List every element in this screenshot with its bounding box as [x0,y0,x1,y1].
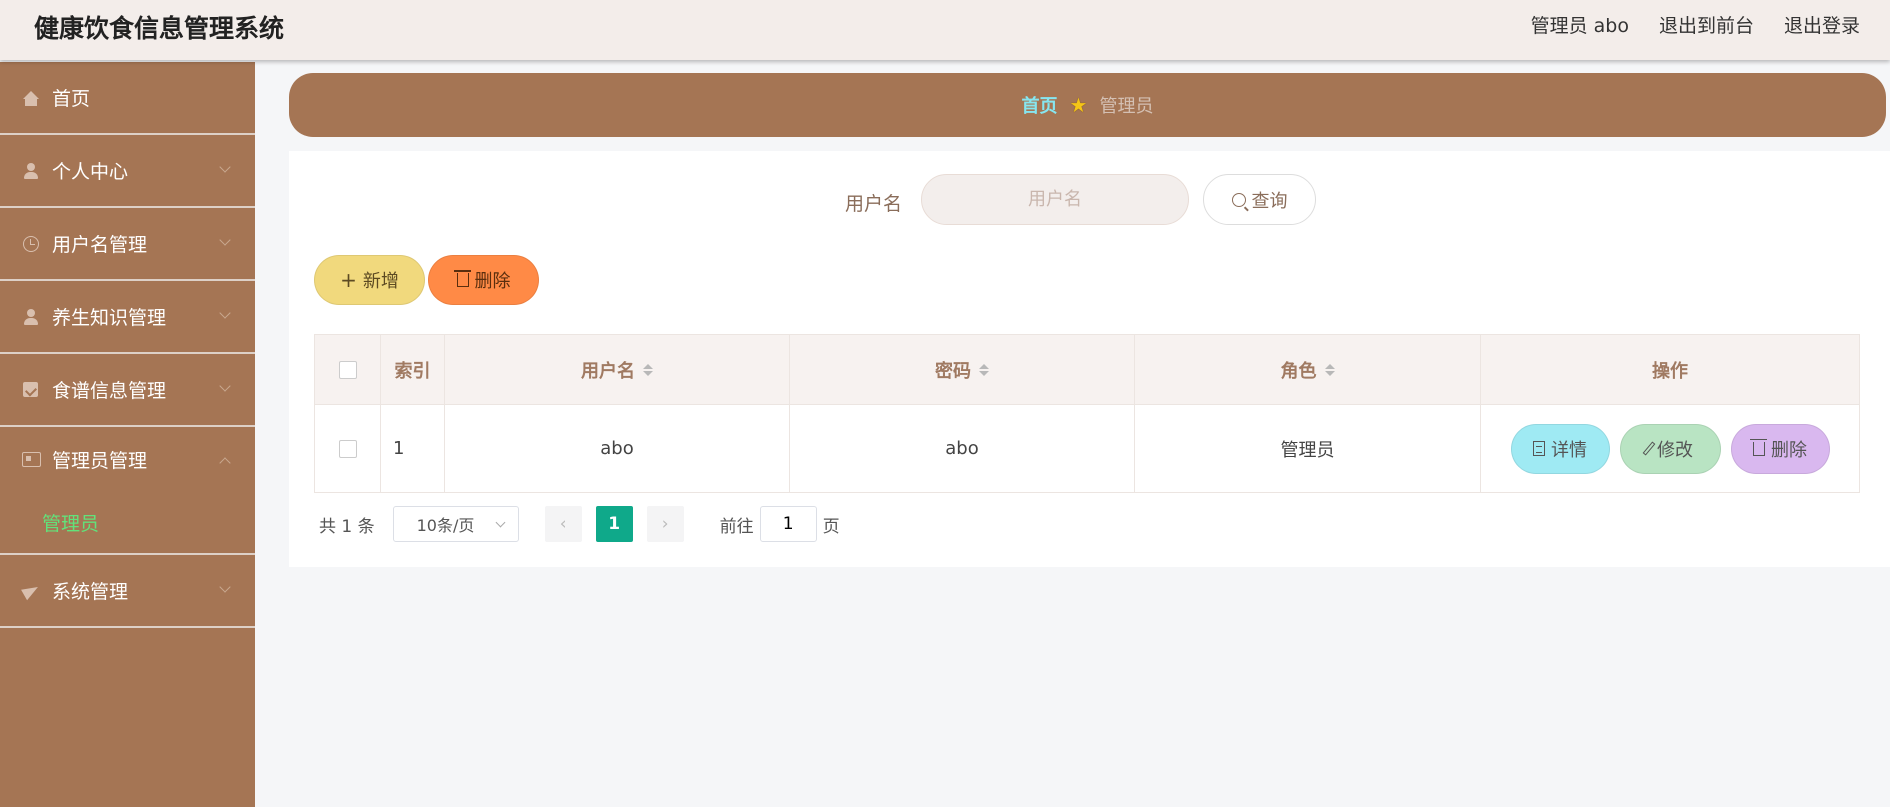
plus-icon: + [340,268,357,292]
page-jump-input[interactable] [759,506,817,542]
sidebar-item-label: 食谱信息管理 [52,380,167,402]
search-button-label: 查询 [1251,190,1288,212]
row-checkbox[interactable] [338,439,357,458]
chevron-right-icon: › [661,514,669,534]
trash-icon [1750,438,1767,456]
chevron-down-icon [219,380,231,392]
star-icon: ★ [1069,93,1088,117]
exit-to-front-link[interactable]: 退出到前台 [1659,11,1754,38]
column-header-label: 角色 [1280,360,1317,382]
table-row: 1 abo abo 管理员 详情 修改 删除 [314,405,1860,493]
sort-icon[interactable] [979,363,989,376]
trash-icon [453,270,471,287]
edit-button[interactable]: 修改 [1619,423,1721,474]
admin-table: 索引 用户名 密码 角色 操作 1 abo abo 管理员 详情 修改 删除 [314,334,1860,493]
card-icon [22,450,41,468]
user-icon [22,308,40,326]
page-suffix: 页 [822,516,840,537]
breadcrumb-current: 管理员 [1099,96,1154,117]
detail-button[interactable]: 详情 [1510,423,1610,474]
sidebar-item-recipe-management[interactable]: 食谱信息管理 [0,354,255,427]
chevron-down-icon [219,234,231,246]
column-header-actions: 操作 [1652,360,1688,382]
sidebar-item-label: 系统管理 [52,581,129,603]
column-header-label: 密码 [935,360,971,382]
username-search-input[interactable] [921,174,1189,225]
row-delete-button[interactable]: 删除 [1730,423,1830,474]
page-number[interactable]: 1 [595,506,633,542]
add-button[interactable]: + 新增 [314,255,425,305]
select-all-cell [315,335,381,404]
detail-button-label: 详情 [1551,439,1587,461]
chevron-down-icon [495,517,506,528]
breadcrumb-home[interactable]: 首页 [1022,92,1058,118]
edit-icon [1642,441,1656,456]
sidebar-item-admin-management[interactable]: 管理员管理 [0,427,255,491]
edit-button-label: 修改 [1657,439,1693,461]
column-header-username[interactable]: 用户名 [445,335,790,404]
table-header: 索引 用户名 密码 角色 操作 [314,334,1860,405]
batch-delete-button[interactable]: 删除 [428,255,539,305]
cell-role: 管理员 [1135,405,1481,492]
sidebar: 首页 个人中心 用户名管理 养生知识管理 食谱信息管理 管理员管理 管理员 系统… [0,62,255,807]
sidebar-subitem-admin[interactable]: 管理员 [0,491,255,555]
user-icon [22,162,40,180]
prev-page-button[interactable]: ‹ [544,506,582,542]
page-size-select[interactable]: 10条/页 [392,506,519,542]
sort-icon[interactable] [1324,363,1335,376]
table-body: 1 abo abo 管理员 详情 修改 删除 [314,405,1860,493]
sidebar-item-label: 用户名管理 [52,234,148,256]
cell-username: abo [445,405,790,492]
column-header-label: 用户名 [581,360,635,382]
search-icon [1231,192,1246,207]
cell-password: abo [790,405,1135,492]
sidebar-item-health-knowledge[interactable]: 养生知识管理 [0,281,255,354]
header-links: 管理员 abo 退出到前台 退出登录 [1531,11,1860,38]
current-user-label: 管理员 abo [1530,15,1629,37]
column-header-role[interactable]: 角色 [1135,335,1481,404]
chart-icon [22,381,40,399]
top-header: 健康饮食信息管理系统 管理员 abo 退出到前台 退出登录 [0,0,1890,60]
action-row: + 新增 删除 [314,255,539,305]
jump-label: 前往 [719,516,754,537]
row-delete-button-label: 删除 [1771,439,1807,461]
cell-actions: 详情 修改 删除 [1481,405,1859,492]
sidebar-item-label: 管理员管理 [52,449,148,472]
select-all-checkbox[interactable] [338,360,357,379]
chevron-down-icon [219,307,231,319]
sidebar-item-home[interactable]: 首页 [0,62,255,135]
search-button[interactable]: 查询 [1203,174,1316,225]
cell-index: 1 [381,405,445,492]
logout-link[interactable]: 退出登录 [1784,11,1860,38]
send-icon [22,582,40,600]
pagination: 共 1 条 10条/页 ‹ 1 › 前往 页 [319,506,840,542]
sidebar-item-label: 养生知识管理 [52,307,167,329]
sidebar-item-personal-center[interactable]: 个人中心 [0,135,255,208]
chevron-down-icon [219,161,231,173]
main-panel: 用户名 查询 + 新增 删除 索引 用户名 密码 [289,151,1890,567]
sidebar-item-system-management[interactable]: 系统管理 [0,555,255,628]
add-button-label: 新增 [362,271,399,292]
total-count: 共 1 条 [319,516,375,537]
sidebar-item-username-management[interactable]: 用户名管理 [0,208,255,281]
document-icon [1533,441,1545,456]
search-label: 用户名 [845,193,903,215]
column-header-index: 索引 [381,335,445,404]
column-header-password[interactable]: 密码 [790,335,1135,404]
sidebar-item-label: 个人中心 [52,161,129,183]
sidebar-item-label: 首页 [52,88,91,110]
chevron-up-icon [219,457,231,469]
delete-button-label: 删除 [474,271,511,292]
row-select-cell [315,405,381,492]
clock-icon [22,235,40,253]
chevron-down-icon [219,581,231,593]
breadcrumb: 首页 ★ 管理员 [289,73,1886,137]
app-title: 健康饮食信息管理系统 [34,14,285,43]
chevron-left-icon: ‹ [559,514,567,534]
page-size-value: 10条/页 [416,516,475,535]
home-icon [22,89,40,107]
sort-icon[interactable] [643,363,653,376]
next-page-button[interactable]: › [646,506,684,542]
